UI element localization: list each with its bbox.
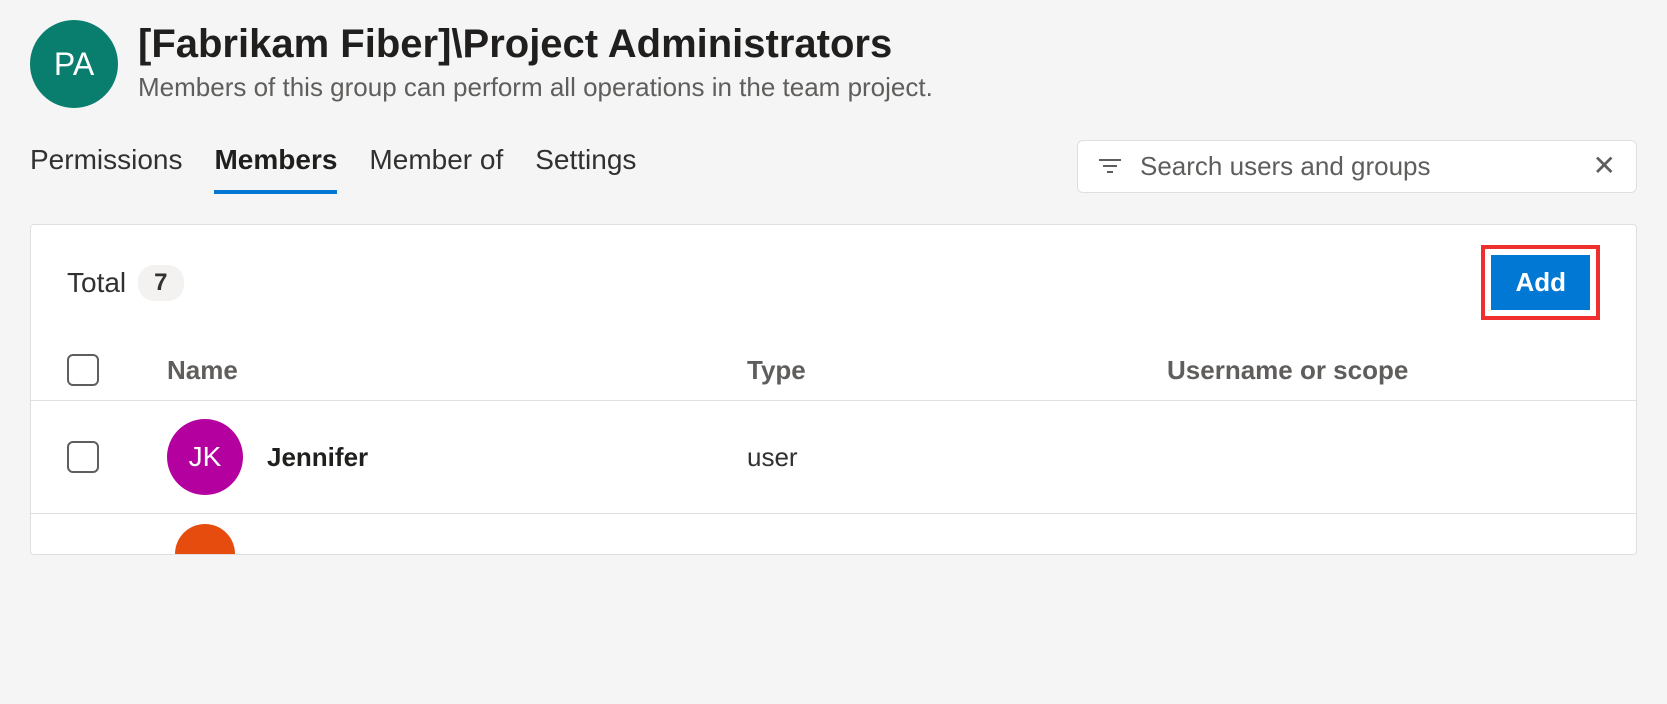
tabs: Permissions Members Member of Settings (30, 138, 636, 194)
close-icon[interactable]: ✕ (1593, 152, 1616, 180)
select-all-checkbox[interactable] (67, 354, 99, 386)
col-scope-header[interactable]: Username or scope (1167, 355, 1600, 386)
user-avatar: JK (167, 419, 243, 495)
tab-settings[interactable]: Settings (535, 138, 636, 194)
tab-permissions[interactable]: Permissions (30, 138, 182, 194)
tab-member-of[interactable]: Member of (369, 138, 503, 194)
page-header: PA [Fabrikam Fiber]\Project Administrato… (30, 20, 1637, 108)
col-type-header[interactable]: Type (747, 355, 1167, 386)
col-name-header[interactable]: Name (167, 355, 747, 386)
tab-members[interactable]: Members (214, 138, 337, 194)
user-type: user (747, 442, 1167, 473)
members-panel: Total 7 Add Name Type Username or scope … (30, 224, 1637, 555)
panel-header: Total 7 Add (31, 225, 1636, 340)
row-checkbox[interactable] (67, 441, 99, 473)
total-label: Total (67, 267, 126, 299)
col-checkbox-header (67, 354, 167, 386)
total-count-badge: 7 (138, 265, 183, 301)
group-title: [Fabrikam Fiber]\Project Administrators (138, 20, 1637, 68)
group-description: Members of this group can perform all op… (138, 72, 1637, 103)
row-checkbox-cell (67, 441, 167, 473)
user-cell: JK Jennifer (167, 419, 747, 495)
search-input[interactable] (1140, 151, 1575, 182)
add-highlight: Add (1481, 245, 1600, 320)
user-name: Jennifer (267, 442, 368, 473)
table-header: Name Type Username or scope (31, 340, 1636, 401)
search-box[interactable]: ✕ (1077, 140, 1637, 193)
partial-row (31, 514, 1636, 554)
add-button[interactable]: Add (1491, 255, 1590, 310)
filter-icon[interactable] (1098, 154, 1122, 178)
tabs-row: Permissions Members Member of Settings ✕ (30, 138, 1637, 194)
group-avatar: PA (30, 20, 118, 108)
table-row[interactable]: JK Jennifer user (31, 401, 1636, 514)
total-wrap: Total 7 (67, 265, 184, 301)
partial-avatar (175, 524, 235, 554)
header-text: [Fabrikam Fiber]\Project Administrators … (138, 20, 1637, 103)
